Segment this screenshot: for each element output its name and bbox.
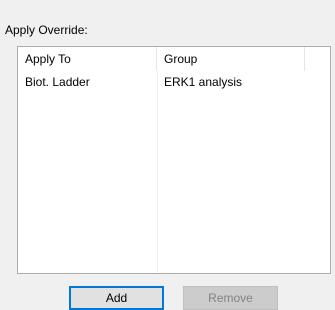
cell-apply-to: Biot. Ladder bbox=[25, 75, 90, 89]
remove-button[interactable]: Remove bbox=[183, 286, 278, 310]
list-header: Apply To Group bbox=[18, 47, 330, 71]
apply-override-label: Apply Override: bbox=[5, 23, 88, 37]
apply-override-panel: Apply Override: Apply To Group Biot. Lad… bbox=[0, 0, 335, 310]
override-list[interactable]: Apply To Group Biot. Ladder ERK1 analysi… bbox=[17, 46, 331, 274]
column-header-filler bbox=[305, 47, 330, 71]
column-header-group[interactable]: Group bbox=[157, 47, 305, 71]
cell-group: ERK1 analysis bbox=[164, 75, 243, 89]
column-header-apply-to[interactable]: Apply To bbox=[18, 47, 157, 71]
add-button[interactable]: Add bbox=[69, 286, 164, 310]
column-divider bbox=[157, 71, 158, 273]
list-item[interactable]: Biot. Ladder ERK1 analysis bbox=[18, 71, 330, 93]
